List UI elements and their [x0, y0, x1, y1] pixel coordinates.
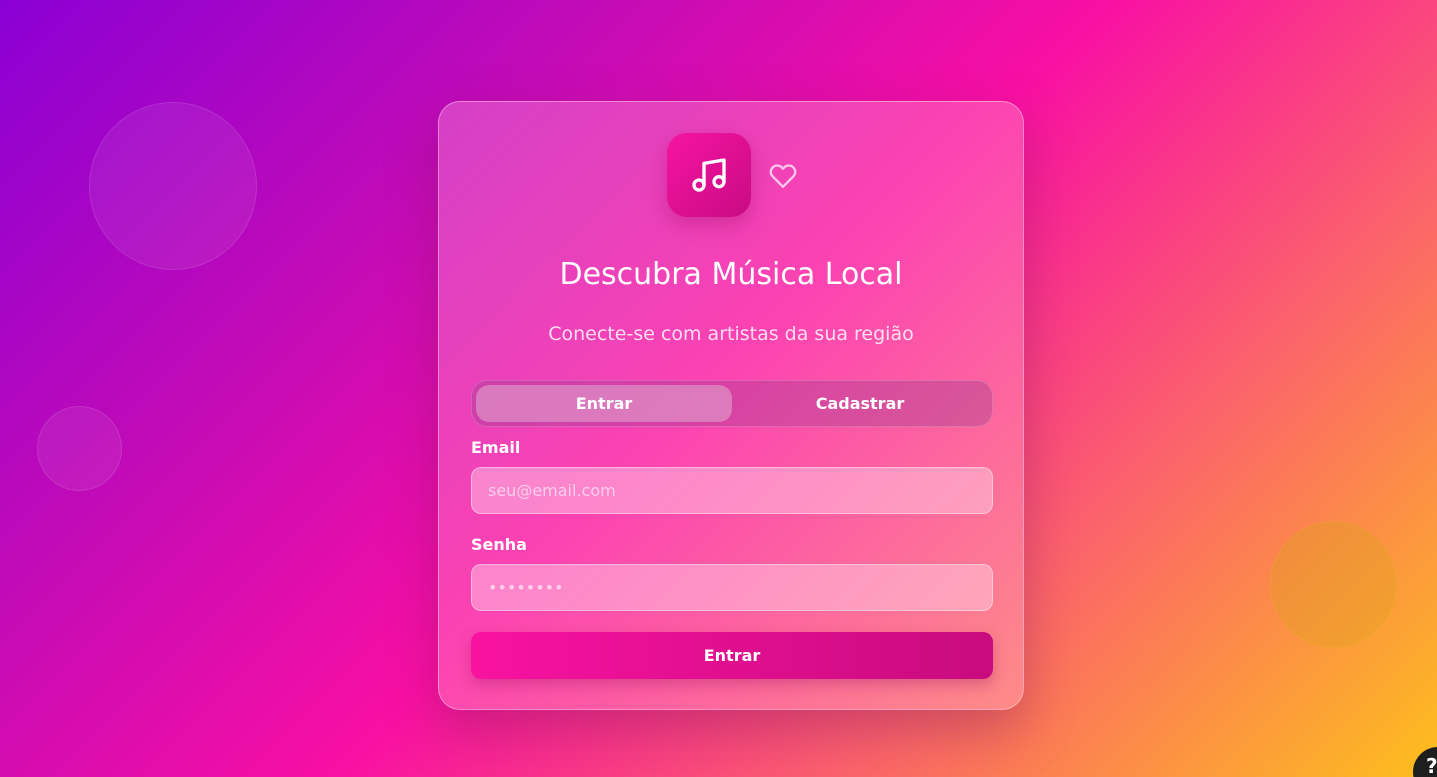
email-label: Email: [471, 438, 521, 457]
decorative-circle: [89, 102, 257, 270]
heart-icon: [769, 164, 797, 188]
page-subtitle: Conecte-se com artistas da sua região: [548, 323, 914, 345]
help-button[interactable]: ?: [1413, 747, 1437, 777]
auth-tabs: Entrar Cadastrar: [471, 380, 993, 427]
decorative-circle: [37, 406, 122, 491]
decorative-circle: [1270, 521, 1397, 648]
app-logo: [667, 133, 751, 217]
question-mark-icon: ?: [1426, 754, 1437, 777]
login-card: Descubra Música Local Conecte-se com art…: [438, 101, 1024, 710]
login-page: Descubra Música Local Conecte-se com art…: [0, 0, 1437, 777]
password-field[interactable]: [471, 564, 993, 611]
password-label: Senha: [471, 535, 527, 554]
email-field[interactable]: [471, 467, 993, 514]
login-button[interactable]: Entrar: [471, 632, 993, 679]
page-title: Descubra Música Local: [559, 257, 903, 292]
tab-cadastrar[interactable]: Cadastrar: [732, 385, 988, 422]
tab-entrar[interactable]: Entrar: [476, 385, 732, 422]
music-note-icon: [692, 158, 726, 192]
